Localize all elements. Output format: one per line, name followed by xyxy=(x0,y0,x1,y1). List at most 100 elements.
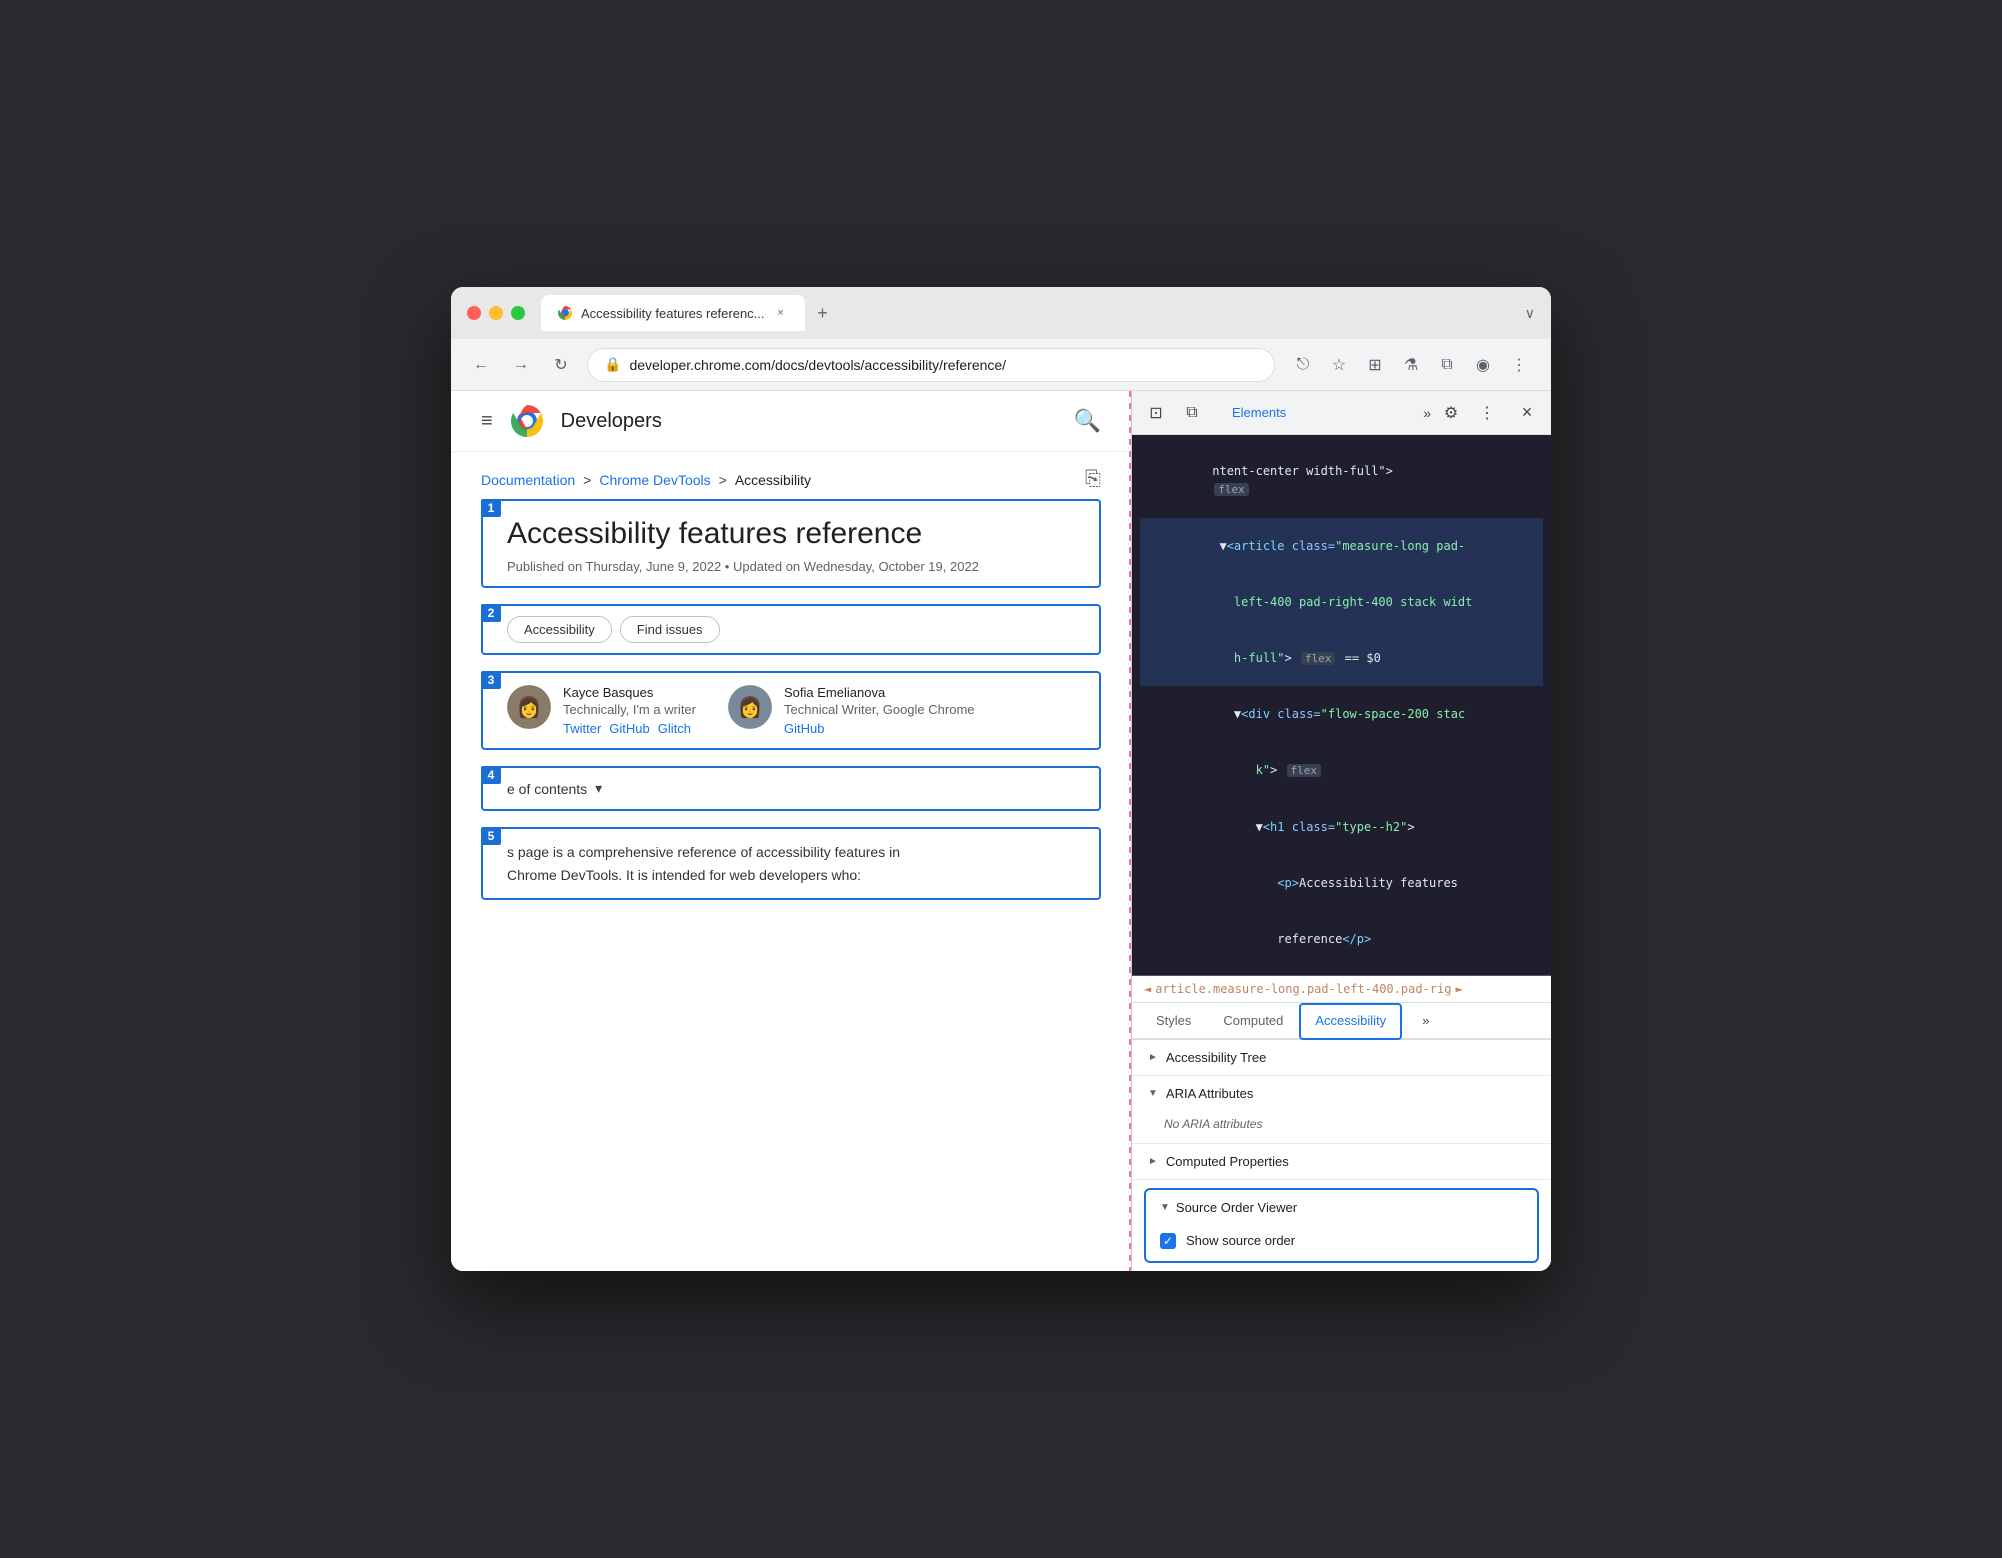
accessibility-tree-section: ► Accessibility Tree xyxy=(1132,1040,1551,1076)
code-line-2c: h-full"> flex == $0 xyxy=(1140,630,1543,687)
aria-attributes-triangle: ▼ xyxy=(1148,1088,1158,1099)
author-1-glitch[interactable]: Glitch xyxy=(658,721,691,736)
more-subtabs-button[interactable]: » xyxy=(1406,1003,1445,1040)
share-icon[interactable]: ⎋ xyxy=(1287,349,1319,381)
aria-attributes-header[interactable]: ▼ ARIA Attributes xyxy=(1132,1076,1551,1111)
code-line-2b: left-400 pad-right-400 stack widt xyxy=(1140,574,1543,630)
element-breadcrumb: ◄ article.measure-long.pad-left-400.pad-… xyxy=(1132,976,1551,1003)
page-tabs: Accessibility Find issues xyxy=(483,606,1099,653)
code-line-3: ▼<div class="flow-space-200 stac xyxy=(1140,686,1543,742)
computed-properties-section: ► Computed Properties xyxy=(1132,1144,1551,1180)
accessibility-tab-pill[interactable]: Accessibility xyxy=(507,616,612,643)
share-button[interactable]: ⎘ xyxy=(1085,468,1101,491)
elements-code-panel: ntent-center width-full"> flex ▼<article… xyxy=(1132,435,1551,976)
author-2-name: Sofia Emelianova xyxy=(784,685,975,700)
computed-properties-header[interactable]: ► Computed Properties xyxy=(1132,1144,1551,1179)
elements-panel-tab[interactable]: Elements xyxy=(1220,399,1298,426)
styles-subtab[interactable]: Styles xyxy=(1140,1003,1207,1040)
close-traffic-light[interactable] xyxy=(467,306,481,320)
computed-properties-title: Computed Properties xyxy=(1166,1154,1289,1169)
aria-attributes-title: ARIA Attributes xyxy=(1166,1086,1253,1101)
search-button[interactable]: 🔍 xyxy=(1074,408,1101,434)
source-block-4[interactable]: 4 e of contents ▾ xyxy=(481,766,1101,811)
element-path[interactable]: article.measure-long.pad-left-400.pad-ri… xyxy=(1155,982,1451,996)
toc-section: e of contents ▾ xyxy=(483,768,1099,809)
author-1-github[interactable]: GitHub xyxy=(609,721,649,736)
author-2-avatar: 👩 xyxy=(728,685,772,729)
lab-icon[interactable]: ⚗ xyxy=(1395,349,1427,381)
accessibility-subtab[interactable]: Accessibility xyxy=(1299,1003,1402,1040)
split-icon[interactable]: ⧉ xyxy=(1431,349,1463,381)
more-panels-button[interactable]: » xyxy=(1423,405,1431,421)
source-order-viewer: ▼ Source Order Viewer ✓ Show source orde… xyxy=(1144,1188,1539,1263)
author-1-avatar: 👩 xyxy=(507,685,551,729)
element-subtabs: Styles Computed Accessibility » xyxy=(1132,1003,1551,1040)
back-button[interactable]: ← xyxy=(467,351,495,379)
tab-bar: Accessibility features referenc... × + xyxy=(541,295,1517,331)
computed-subtab[interactable]: Computed xyxy=(1207,1003,1299,1040)
source-block-5: 5 s page is a comprehensive reference of… xyxy=(481,827,1101,900)
extensions-icon[interactable]: ⊞ xyxy=(1359,349,1391,381)
devtools-close-button[interactable]: × xyxy=(1511,397,1543,429)
maximize-traffic-light[interactable] xyxy=(511,306,525,320)
code-line-3b: k"> flex xyxy=(1140,742,1543,799)
author-1-title: Technically, I'm a writer xyxy=(563,702,696,717)
devtools-panel: ⊡ ⧉ Elements » ⚙ ⋮ × ntent-center width-… xyxy=(1131,391,1551,1271)
accessibility-tree-header[interactable]: ► Accessibility Tree xyxy=(1132,1040,1551,1075)
tab-close-button[interactable]: × xyxy=(773,305,789,321)
author-2: 👩 Sofia Emelianova Technical Writer, Goo… xyxy=(728,685,975,736)
author-1-twitter[interactable]: Twitter xyxy=(563,721,601,736)
new-tab-button[interactable]: + xyxy=(809,299,837,327)
breadcrumb-sep2: > xyxy=(719,472,727,488)
author-2-github[interactable]: GitHub xyxy=(784,721,824,736)
content-area: 1 Accessibility features reference Publi… xyxy=(451,499,1131,916)
code-line-2[interactable]: ▼<article class="measure-long pad- xyxy=(1140,518,1543,574)
show-source-order-label: Show source order xyxy=(1186,1233,1295,1248)
breadcrumb-right-arrow[interactable]: ► xyxy=(1455,982,1462,996)
bookmark-icon[interactable]: ☆ xyxy=(1323,349,1355,381)
url-field[interactable]: 🔒 developer.chrome.com/docs/devtools/acc… xyxy=(587,348,1275,382)
address-bar: ← → ↻ 🔒 developer.chrome.com/docs/devtoo… xyxy=(451,339,1551,391)
source-block-2: 2 Accessibility Find issues xyxy=(481,604,1101,655)
find-issues-tab-pill[interactable]: Find issues xyxy=(620,616,720,643)
chrome-menu-icon[interactable]: ⋮ xyxy=(1503,349,1535,381)
breadcrumb-current: Accessibility xyxy=(735,472,811,488)
accessibility-tree-title: Accessibility Tree xyxy=(1166,1050,1266,1065)
window-controls-chevron[interactable]: ∨ xyxy=(1525,305,1535,322)
devtools-panel-tabs: Elements xyxy=(1220,399,1419,426)
main-area: ≡ Developers 🔍 Documentation xyxy=(451,391,1551,1271)
desc-line-2: Chrome DevTools. It is intended for web … xyxy=(507,864,1083,886)
account-icon[interactable]: ◉ xyxy=(1467,349,1499,381)
active-tab[interactable]: Accessibility features referenc... × xyxy=(541,295,805,331)
breadcrumb-docs[interactable]: Documentation xyxy=(481,472,575,488)
aria-attributes-section: ▼ ARIA Attributes No ARIA attributes xyxy=(1132,1076,1551,1144)
checkmark-icon: ✓ xyxy=(1163,1234,1173,1248)
device-toolbar-button[interactable]: ⧉ xyxy=(1176,397,1208,429)
author-2-title: Technical Writer, Google Chrome xyxy=(784,702,975,717)
devtools-menu-button[interactable]: ⋮ xyxy=(1471,397,1503,429)
accessibility-panel-content: ► Accessibility Tree ▼ ARIA Attributes N… xyxy=(1132,1040,1551,1271)
author-1-info: Kayce Basques Technically, I'm a writer … xyxy=(563,685,696,736)
devtools-settings-button[interactable]: ⚙ xyxy=(1435,397,1467,429)
dashed-separator xyxy=(1129,391,1131,1271)
reload-button[interactable]: ↻ xyxy=(547,351,575,379)
hamburger-menu[interactable]: ≡ xyxy=(481,410,493,433)
toc-chevron-icon[interactable]: ▾ xyxy=(595,780,602,797)
show-source-order-checkbox[interactable]: ✓ xyxy=(1160,1233,1176,1249)
breadcrumb-left-arrow[interactable]: ◄ xyxy=(1144,982,1151,996)
tab-title: Accessibility features referenc... xyxy=(581,306,765,321)
author-1-links: Twitter GitHub Glitch xyxy=(563,721,696,736)
source-order-badge-2: 2 xyxy=(481,604,501,622)
source-order-badge-4: 4 xyxy=(481,766,501,784)
source-order-badge-5: 5 xyxy=(481,827,501,845)
source-order-viewer-title: Source Order Viewer xyxy=(1176,1200,1297,1215)
author-1-name: Kayce Basques xyxy=(563,685,696,700)
source-order-viewer-header[interactable]: ▼ Source Order Viewer xyxy=(1146,1190,1537,1225)
titlebar: Accessibility features referenc... × + ∨ xyxy=(451,287,1551,339)
inspect-element-button[interactable]: ⊡ xyxy=(1140,397,1172,429)
minimize-traffic-light[interactable] xyxy=(489,306,503,320)
forward-button[interactable]: → xyxy=(507,351,535,379)
url-text: developer.chrome.com/docs/devtools/acces… xyxy=(629,357,1258,373)
breadcrumb-devtools[interactable]: Chrome DevTools xyxy=(599,472,710,488)
breadcrumb-sep1: > xyxy=(583,472,591,488)
